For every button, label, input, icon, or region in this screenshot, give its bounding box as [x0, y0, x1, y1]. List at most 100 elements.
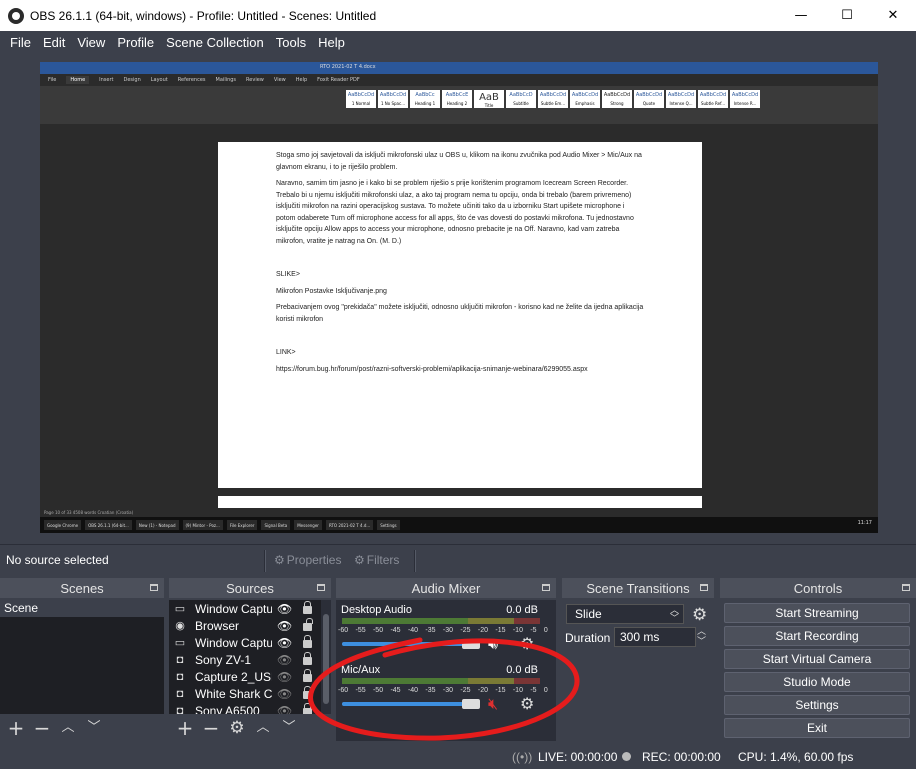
add-scene-icon[interactable]: +: [6, 718, 26, 738]
slider-fill: [342, 702, 475, 706]
sources-dock: Sources ▭ Window Capture 👁 ◉ Browser 👁 ▭…: [169, 578, 331, 741]
slider-knob[interactable]: [462, 699, 481, 709]
controls-title: Controls: [793, 580, 843, 596]
lock-icon[interactable]: [303, 669, 312, 682]
menu-file[interactable]: File: [4, 35, 37, 50]
hidden-eye-icon[interactable]: 👁: [277, 704, 292, 715]
exit-button[interactable]: Exit: [724, 718, 910, 738]
studio-mode-button[interactable]: Studio Mode: [724, 672, 910, 692]
window-title: OBS 26.1.1 (64-bit, windows) - Profile: …: [30, 8, 377, 23]
volume-slider[interactable]: [342, 639, 481, 649]
lock-icon[interactable]: [303, 601, 312, 614]
mixer-channel-desktop: Desktop Audio 0.0 dB -60 -55 -50 -45 -40 -35-…: [336, 602, 556, 662]
lock-icon[interactable]: [303, 635, 312, 648]
meter-tick-label: -35: [425, 687, 436, 694]
preview-canvas[interactable]: RTO 2021-02 T 4.docx File Home Insert De…: [40, 62, 878, 533]
meter-tick-label: -35: [425, 627, 436, 634]
duration-label: Duration: [565, 631, 611, 645]
visibility-eye-icon[interactable]: 👁: [277, 602, 292, 616]
unlock-icon[interactable]: [303, 618, 313, 631]
start-virtual-camera-button[interactable]: Start Virtual Camera: [724, 649, 910, 669]
source-name: Browser: [195, 618, 240, 633]
start-streaming-button[interactable]: Start Streaming: [724, 603, 910, 623]
undock-icon[interactable]: [317, 584, 325, 591]
filters-button[interactable]: ⚙ Filters: [354, 553, 399, 567]
duration-spinner-icon[interactable]: ︿ ﹀: [697, 627, 706, 647]
sources-title: Sources: [226, 580, 274, 596]
transition-select[interactable]: Slide ︿ ﹀: [566, 604, 684, 624]
minimize-button[interactable]: —: [778, 0, 824, 31]
source-item[interactable]: ◘ Sony ZV-1 👁: [169, 651, 331, 668]
move-up-icon[interactable]: ︿: [58, 718, 78, 738]
source-properties-gear-icon[interactable]: ⚙: [227, 718, 247, 738]
meter-tick-label: -45: [390, 687, 401, 694]
menu-view[interactable]: View: [71, 35, 111, 50]
hidden-eye-icon[interactable]: 👁: [277, 687, 292, 701]
maximize-button[interactable]: ☐: [824, 0, 870, 31]
source-name: Sony A6500: [195, 703, 260, 715]
channel-gear-icon[interactable]: ⚙: [520, 634, 534, 653]
settings-button[interactable]: Settings: [724, 695, 910, 715]
move-down-icon[interactable]: ﹀: [84, 718, 104, 738]
properties-button[interactable]: ⚙ Properties: [274, 553, 341, 567]
scrollbar-thumb[interactable]: [323, 614, 329, 704]
remove-scene-icon[interactable]: −: [32, 718, 52, 738]
audio-mixer: Desktop Audio 0.0 dB -60 -55 -50 -45 -40 -35-…: [336, 600, 556, 741]
move-up-icon[interactable]: ︿: [253, 718, 273, 738]
lock-icon[interactable]: [303, 686, 312, 699]
doc-paragraph: Mikrofon Postavke Isključivanje.png: [276, 287, 387, 295]
add-source-icon[interactable]: +: [175, 718, 195, 738]
close-button[interactable]: ✕: [870, 0, 916, 31]
visibility-eye-icon[interactable]: 👁: [277, 636, 292, 650]
transition-gear-icon[interactable]: ⚙: [692, 605, 707, 625]
speaker-icon[interactable]: 🔊︎: [488, 634, 498, 654]
menu-bar: File Edit View Profile Scene Collection …: [0, 31, 916, 53]
menu-scene-collection[interactable]: Scene Collection: [160, 35, 270, 50]
muted-speaker-icon[interactable]: 🔇︎: [488, 694, 498, 714]
word-tab: Review: [246, 77, 264, 83]
scene-item[interactable]: Scene: [0, 600, 164, 617]
source-name: Window Capture: [195, 601, 272, 616]
word-next-page: [218, 496, 702, 508]
visibility-eye-icon[interactable]: 👁: [277, 619, 292, 633]
undock-icon[interactable]: [902, 584, 910, 591]
meter-tick-label: -30: [442, 687, 454, 694]
source-item[interactable]: ▭ Window Capture 👁: [169, 634, 331, 651]
taskbar-item: New (1) - Notepad: [135, 520, 179, 530]
meter-tick-label: -45: [390, 627, 401, 634]
meter-tick-label: -40: [407, 627, 419, 634]
remove-source-icon[interactable]: −: [201, 718, 221, 738]
slider-fill: [342, 642, 475, 646]
move-down-icon[interactable]: ﹀: [279, 718, 299, 738]
menu-tools[interactable]: Tools: [270, 35, 312, 50]
slider-knob[interactable]: [462, 639, 481, 649]
undock-icon[interactable]: [700, 584, 708, 591]
meter-tick-label: -50: [372, 627, 384, 634]
word-page: Stoga smo joj savjetovali da isključi mi…: [218, 142, 702, 488]
hidden-eye-icon[interactable]: 👁: [277, 670, 292, 684]
filters-label: Filters: [366, 553, 400, 567]
menu-help[interactable]: Help: [312, 35, 351, 50]
source-item[interactable]: ◘ Sony A6500 👁: [169, 702, 331, 714]
taskbar-item: Settings: [377, 520, 400, 530]
word-tab: View: [273, 77, 286, 83]
word-status-bar: Page 10 of 33 4508 words Croatian (Croat…: [40, 508, 878, 517]
menu-profile[interactable]: Profile: [111, 35, 160, 50]
sources-scrollbar[interactable]: [321, 600, 331, 714]
channel-gear-icon[interactable]: ⚙: [520, 694, 534, 713]
start-recording-button[interactable]: Start Recording: [724, 626, 910, 646]
undock-icon[interactable]: [542, 584, 550, 591]
source-item[interactable]: ◘ Capture 2_USB 👁: [169, 668, 331, 685]
duration-input[interactable]: 300 ms: [614, 627, 696, 647]
undock-icon[interactable]: [150, 584, 158, 591]
source-item[interactable]: ◘ White Shark Cyc 👁: [169, 685, 331, 702]
source-item[interactable]: ◉ Browser 👁: [169, 617, 331, 634]
lock-icon[interactable]: [303, 652, 312, 665]
word-tab: Insert: [99, 77, 114, 83]
source-item[interactable]: ▭ Window Capture 👁: [169, 600, 331, 617]
hidden-eye-icon[interactable]: 👁: [277, 653, 292, 667]
volume-slider[interactable]: [342, 699, 481, 709]
menu-edit[interactable]: Edit: [37, 35, 71, 50]
scene-transitions: Slide ︿ ﹀ ⚙ Duration 300 ms ︿ ﹀: [562, 600, 714, 741]
scenes-title: Scenes: [60, 580, 104, 596]
